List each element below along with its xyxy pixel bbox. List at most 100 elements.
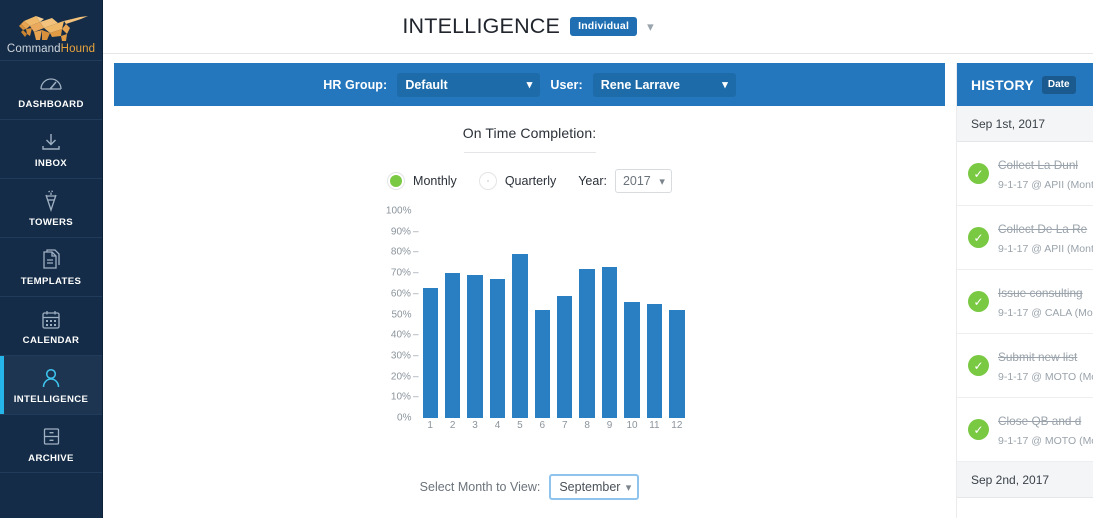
bar-column[interactable] [422,211,438,418]
history-list-item[interactable]: ✓ Submit new list 9-1-17 @ MOTO (Mor [957,334,1093,398]
bar[interactable] [601,266,618,418]
sidebar-item-templates[interactable]: TEMPLATES [0,237,102,296]
sidebar-item-label: TOWERS [28,217,74,228]
gauge-icon [39,70,63,96]
x-axis-tick: 10 [626,420,638,431]
mode-badge[interactable]: Individual [570,17,638,36]
year-value: 2017 [622,174,651,188]
bar[interactable] [467,275,483,418]
tower-icon [40,188,62,214]
bar[interactable] [422,287,438,418]
documents-icon [41,247,62,273]
radio-quarterly-label: Quarterly [504,174,557,188]
user-select[interactable]: Rene Larrave ▾ [592,72,736,97]
history-panel: HISTORY Date Sep 1st, 2017 ✓ Collect La Du… [956,63,1093,518]
x-axis-tick: 11 [649,420,660,431]
sidebar-item-label: INTELLIGENCE [13,394,89,405]
month-selector-row: Select Month to View: September ▾ [114,474,945,500]
x-axis-tick: 9 [606,420,613,431]
history-sort-badge[interactable]: Date [1041,75,1076,94]
chart-heading: On Time Completion: [462,125,597,141]
bar-column[interactable] [579,211,595,418]
sidebar-item-archive[interactable]: ARCHIVE [0,414,102,473]
bar[interactable] [624,302,640,418]
history-list-item[interactable]: ✓ Collect La Dunl 9-1-17 @ APII (Month [957,142,1093,206]
brand-logo[interactable]: CommandHound [0,0,102,60]
x-axis-tick: 8 [584,420,590,431]
chevron-down-icon: ▾ [526,79,533,91]
sidebar-item-dashboard[interactable]: DASHBOARD [0,60,102,119]
hr-group-value: Default [405,77,448,92]
bar[interactable] [646,304,663,418]
history-list-item[interactable]: ✓ Close QB and d 9-1-17 @ MOTO (Mor [957,398,1093,462]
user-value: Rene Larrave [600,77,680,92]
bar-column[interactable] [467,211,483,418]
brand-name-part2: Hound [60,42,96,55]
top-header: INTELLIGENCE Individual ▾ [103,0,1093,54]
bar-column[interactable] [512,211,528,418]
check-circle-icon: ✓ [968,291,989,312]
history-date-header: Sep 2nd, 2017 [957,462,1093,498]
bar[interactable] [444,273,461,418]
bar[interactable] [512,254,528,418]
radio-quarterly[interactable] [478,172,497,190]
sidebar: CommandHound DASHBOARD INBOX TOWERS TEMP… [0,0,103,518]
sidebar-item-label: DASHBOARD [18,99,84,110]
history-item-text: Collect De La Re 9-1-17 @ APII (Month [998,220,1093,255]
y-axis-tick: 70% – [390,267,419,279]
chevron-down-icon: ▾ [722,79,728,91]
history-item-subtitle: 9-1-17 @ APII (Month [998,243,1093,255]
bar[interactable] [557,295,573,418]
bar-column[interactable] [601,211,618,418]
sidebar-item-label: CALENDAR [22,335,80,346]
history-item-title: Close QB and d [998,414,1082,428]
history-item-text: Issue consulting 9-1-17 @ CALA (Mon [998,284,1093,319]
history-list[interactable]: Sep 1st, 2017 ✓ Collect La Dunl 9-1-17 @ AP… [957,106,1093,498]
year-select[interactable]: 2017 ▾ [614,169,672,193]
hr-group-select[interactable]: Default ▾ [397,72,541,97]
bar[interactable] [534,310,551,418]
sidebar-item-label: INBOX [34,158,68,169]
radio-monthly[interactable] [387,172,406,190]
bar-column[interactable] [534,211,551,418]
y-axis-tick: 40% – [390,329,419,341]
bar[interactable] [579,268,595,418]
sidebar-item-intelligence[interactable]: INTELLIGENCE [0,355,102,414]
sidebar-item-towers[interactable]: TOWERS [0,178,102,237]
history-item-subtitle: 9-1-17 @ MOTO (Mor [998,435,1093,447]
page-title: INTELLIGENCE [402,14,561,38]
bar-column[interactable] [557,211,573,418]
history-item-title: Issue consulting [998,286,1083,300]
history-item-title: Submit new list [998,350,1078,364]
bar-column[interactable] [444,211,461,418]
filter-bar: HR Group: Default ▾ User: Rene Larrave ▾ [114,63,945,106]
bar[interactable] [489,279,506,418]
month-select-label: Select Month to View: [419,480,541,494]
radio-monthly-label: Monthly [413,174,457,188]
y-axis-tick: 100% [385,205,412,217]
month-value: September [559,480,621,494]
sidebar-item-calendar[interactable]: CALENDAR [0,296,102,355]
history-list-item[interactable]: ✓ Collect De La Re 9-1-17 @ APII (Month [957,206,1093,270]
check-circle-icon: ✓ [968,355,989,376]
heading-divider [463,152,596,153]
month-select[interactable]: September ▾ [549,474,640,500]
bar-column[interactable] [646,211,663,418]
chart-controls: Monthly Quarterly Year: 2017 ▾ [387,169,672,193]
sidebar-item-inbox[interactable]: INBOX [0,119,102,178]
bar-column[interactable] [669,211,685,418]
history-list-item[interactable]: ✓ Issue consulting 9-1-17 @ CALA (Mon [957,270,1093,334]
bar[interactable] [669,310,685,418]
brand-name: CommandHound [7,43,95,55]
x-axis-tick: 3 [472,420,478,431]
y-axis: 100% 90% – 80% – 70% – 60% – 50% 40% – 30% – 20% – 10% – 0… [375,206,419,424]
history-header: HISTORY Date [957,63,1093,106]
bar-column[interactable] [489,211,506,418]
calendar-icon [40,306,62,332]
sidebar-item-label: TEMPLATES [20,276,82,287]
history-item-subtitle: 9-1-17 @ CALA (Mon [998,307,1093,319]
bar-column[interactable] [624,211,640,418]
history-item-text: Submit new list 9-1-17 @ MOTO (Mor [998,348,1093,383]
x-axis-tick: 7 [561,420,568,431]
chevron-down-icon[interactable]: ▾ [647,20,654,33]
